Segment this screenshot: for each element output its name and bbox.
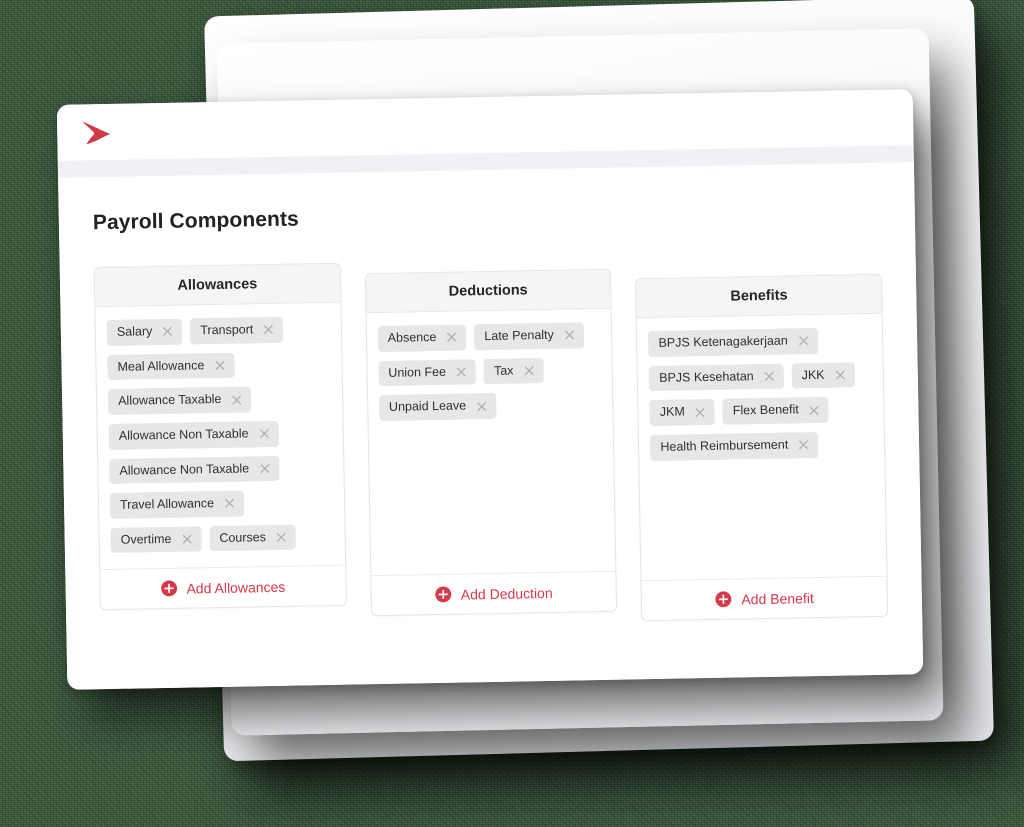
chip-label: BPJS Kesehatan — [659, 368, 754, 385]
plus-circle-icon — [435, 586, 452, 603]
chip-item[interactable]: BPJS Ketenagakerjaan — [648, 327, 819, 357]
chip-list-allowances: Salary Transport Meal Allowance Allowanc… — [95, 303, 344, 569]
app-window: Payroll Components Allowances Salary Tra… — [56, 89, 924, 690]
chip-item[interactable]: Allowance Non Taxable — [108, 420, 279, 450]
chip-item[interactable]: Late Penalty — [474, 322, 585, 350]
close-x-icon[interactable] — [476, 401, 487, 412]
chip-label: Flex Benefit — [732, 402, 799, 418]
chip-label: Travel Allowance — [119, 496, 215, 512]
chip-label: Unpaid Leave — [388, 398, 467, 415]
add-benefit-button[interactable]: Add Benefit — [641, 575, 888, 621]
chip-item[interactable]: BPJS Kesehatan — [648, 363, 784, 392]
chip-item[interactable]: Allowance Non Taxable — [109, 455, 280, 485]
chip-list-benefits: BPJS Ketenagakerjaan BPJS Kesehatan JKK … — [637, 314, 886, 580]
close-x-icon[interactable] — [798, 439, 809, 450]
close-x-icon[interactable] — [764, 371, 775, 382]
chevron-right-logo-icon[interactable] — [79, 118, 114, 147]
chip-label: JKK — [801, 367, 825, 382]
chip-label: Meal Allowance — [117, 357, 205, 374]
close-x-icon[interactable] — [181, 534, 192, 545]
add-allowances-button[interactable]: Add Allowances — [100, 564, 346, 610]
chip-item[interactable]: Union Fee — [378, 358, 477, 387]
close-x-icon[interactable] — [258, 428, 269, 439]
chip-label: Absence — [387, 329, 437, 345]
payroll-columns: Allowances Salary Transport Meal Allowan… — [93, 253, 889, 631]
chip-label: Allowance Non Taxable — [118, 426, 249, 443]
close-x-icon[interactable] — [809, 405, 820, 416]
chip-item[interactable]: Tax — [483, 357, 544, 385]
add-benefit-label: Add Benefit — [741, 589, 814, 607]
chip-label: Salary — [116, 324, 153, 339]
add-allowances-label: Add Allowances — [186, 578, 286, 597]
chip-label: Overtime — [120, 531, 172, 547]
close-x-icon[interactable] — [456, 366, 467, 377]
close-x-icon[interactable] — [259, 463, 270, 474]
chip-item[interactable]: Courses — [209, 524, 297, 552]
chip-label: JKM — [659, 404, 685, 420]
plus-circle-icon — [161, 580, 177, 597]
add-deduction-label: Add Deduction — [460, 584, 553, 603]
chip-item[interactable]: Transport — [190, 316, 284, 345]
chip-label: Union Fee — [388, 364, 447, 380]
close-x-icon[interactable] — [834, 369, 845, 380]
close-x-icon[interactable] — [263, 324, 274, 335]
chip-item[interactable]: Travel Allowance — [109, 490, 245, 519]
close-x-icon[interactable] — [695, 407, 706, 418]
chip-label: Allowance Taxable — [118, 392, 222, 409]
chip-item[interactable]: Meal Allowance — [107, 352, 235, 381]
panel-allowances: Allowances Salary Transport Meal Allowan… — [93, 262, 347, 611]
chip-item[interactable]: Unpaid Leave — [378, 393, 497, 421]
close-x-icon[interactable] — [798, 335, 809, 346]
panel-deductions: Deductions Absence Late Penalty Union Fe… — [364, 268, 618, 617]
chip-item[interactable]: Health Reimbursement — [650, 431, 819, 461]
close-x-icon[interactable] — [523, 365, 534, 376]
screenshot-stage: Payroll Components Allowances Salary Tra… — [0, 0, 1024, 827]
panel-title-allowances: Allowances — [94, 263, 341, 308]
page-title: Payroll Components — [92, 207, 300, 235]
chip-item[interactable]: JKM — [649, 399, 716, 426]
chip-label: Allowance Non Taxable — [119, 460, 250, 478]
chip-label: Health Reimbursement — [660, 437, 789, 454]
chip-item[interactable]: Flex Benefit — [722, 397, 830, 425]
close-x-icon[interactable] — [224, 498, 235, 509]
close-x-icon[interactable] — [214, 360, 225, 371]
panel-benefits: Benefits BPJS Ketenagakerjaan BPJS Keseh… — [635, 273, 889, 622]
chip-label: Courses — [219, 529, 267, 545]
chip-label: BPJS Ketenagakerjaan — [658, 333, 788, 350]
chip-item[interactable]: Salary — [106, 318, 183, 346]
close-x-icon[interactable] — [231, 394, 242, 405]
panel-title-benefits: Benefits — [636, 274, 882, 319]
chip-item[interactable]: Absence — [377, 324, 467, 352]
add-deduction-button[interactable]: Add Deduction — [371, 570, 617, 616]
chip-label: Tax — [493, 363, 514, 378]
panel-title-deductions: Deductions — [365, 269, 611, 314]
chip-item[interactable]: Allowance Taxable — [107, 386, 252, 415]
chip-item[interactable]: JKK — [791, 361, 855, 389]
chip-item[interactable]: Overtime — [110, 526, 202, 554]
content-sheet: Payroll Components Allowances Salary Tra… — [58, 162, 924, 690]
plus-circle-icon — [715, 591, 732, 608]
chip-label: Transport — [200, 322, 254, 338]
close-x-icon[interactable] — [564, 330, 575, 341]
close-x-icon[interactable] — [276, 532, 287, 543]
close-x-icon[interactable] — [446, 332, 457, 343]
close-x-icon[interactable] — [162, 326, 173, 337]
chip-list-deductions: Absence Late Penalty Union Fee Tax Unpai… — [366, 309, 615, 575]
chip-label: Late Penalty — [484, 327, 554, 344]
